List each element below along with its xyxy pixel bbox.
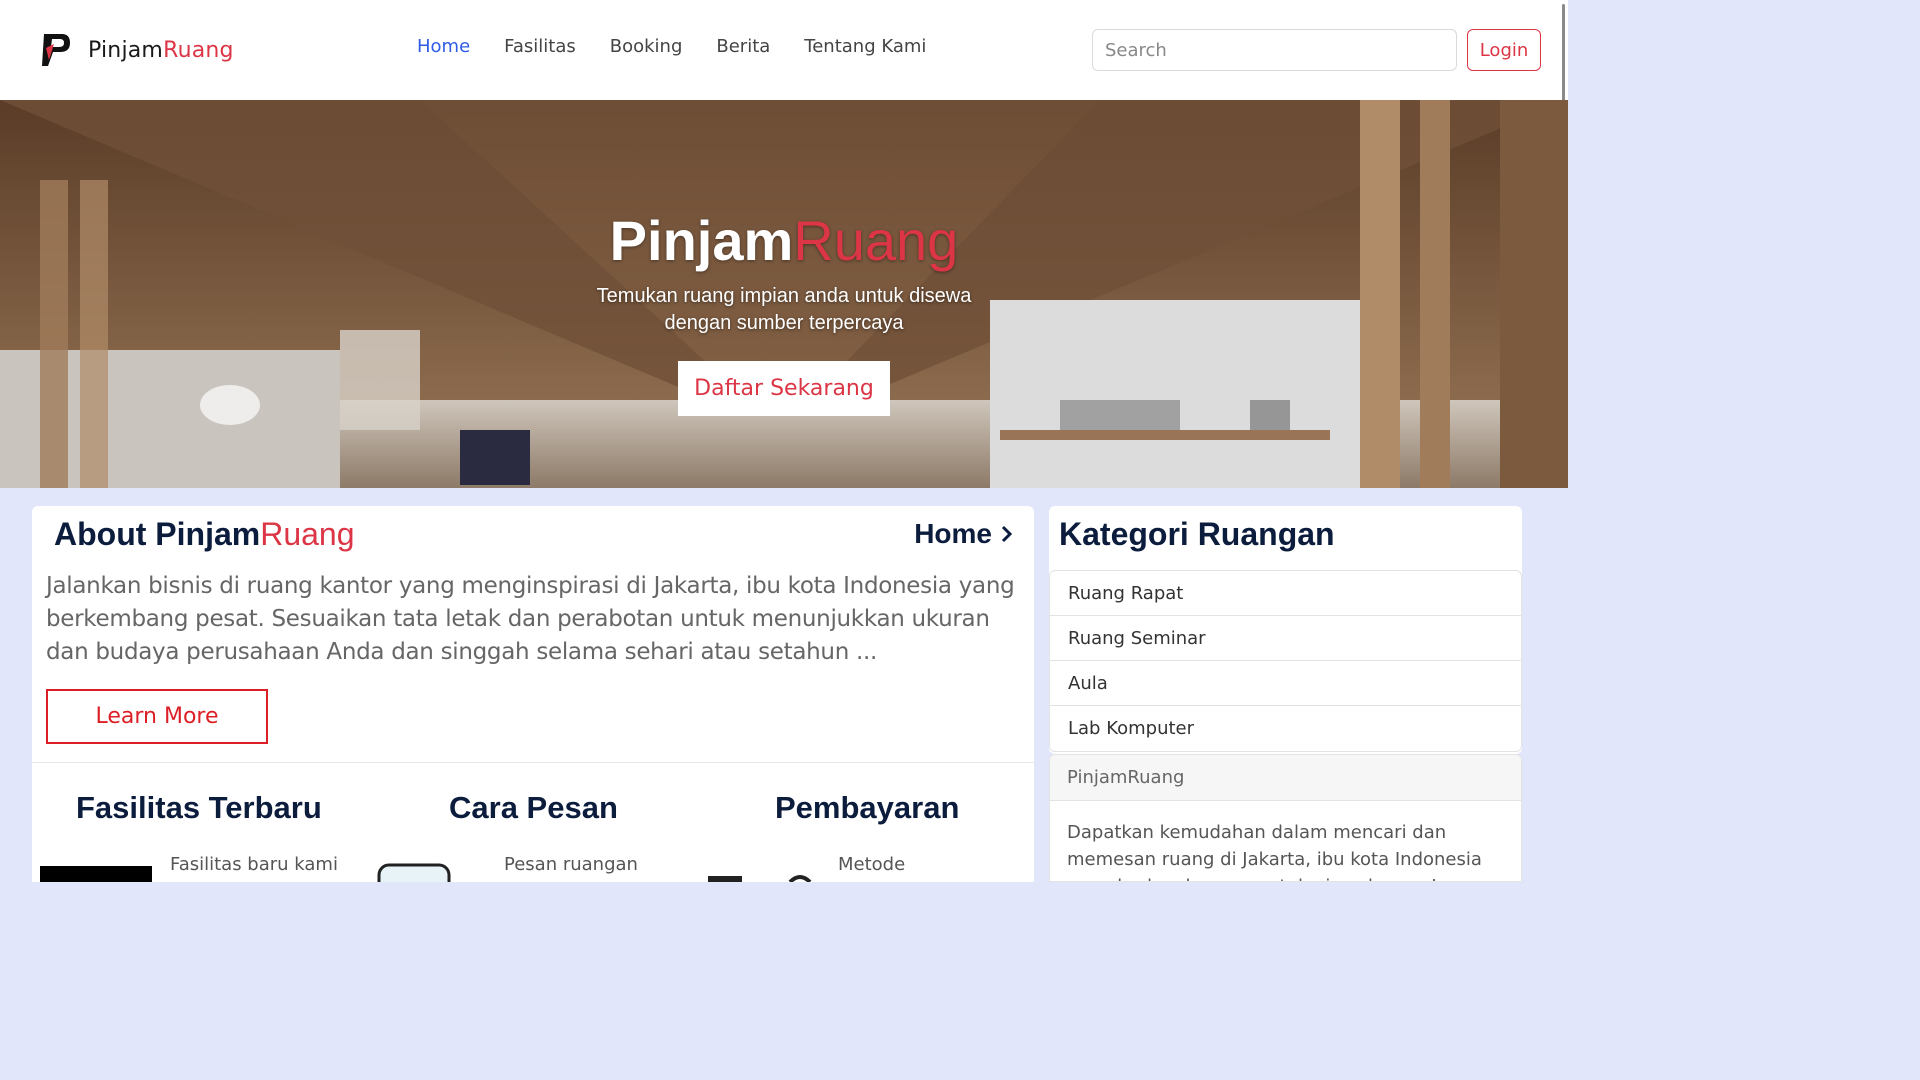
cara-pesan-title: Cara Pesan <box>449 790 618 825</box>
login-button[interactable]: Login <box>1467 29 1541 71</box>
about-card: About PinjamRuang Home Jalankan bisnis d… <box>32 506 1034 882</box>
kategori-item-ruang-rapat[interactable]: Ruang Rapat <box>1050 571 1521 616</box>
payment-icon <box>708 875 812 882</box>
nav-link-tentang-kami[interactable]: Tentang Kami <box>804 36 926 57</box>
kategori-item-lab-komputer[interactable]: Lab Komputer <box>1050 706 1521 751</box>
info-card-header: PinjamRuang <box>1050 755 1521 801</box>
hero-banner: PinjamRuang Temukan ruang impian anda un… <box>0 100 1568 488</box>
about-title: About PinjamRuang <box>54 516 355 553</box>
phone-icon <box>377 863 451 882</box>
chevron-right-icon <box>1001 525 1013 543</box>
about-title-accent: Ruang <box>260 516 355 552</box>
kategori-card: Kategori Ruangan Ruang Rapat Ruang Semin… <box>1049 506 1522 754</box>
brand-name-primary: Pinjam <box>88 37 164 63</box>
nav-link-booking[interactable]: Booking <box>610 36 683 57</box>
kategori-item-ruang-seminar[interactable]: Ruang Seminar <box>1050 616 1521 661</box>
building-icon <box>40 862 152 882</box>
kategori-item-aula[interactable]: Aula <box>1050 661 1521 706</box>
fasilitas-terbaru-text: Fasilitas baru kami <box>170 854 338 875</box>
navbar: PinjamRuang Home Fasilitas Booking Berit… <box>0 0 1568 100</box>
hero-title-accent: Ruang <box>793 209 959 272</box>
section-divider <box>32 762 1034 763</box>
register-now-button[interactable]: Daftar Sekarang <box>678 361 890 416</box>
fasilitas-terbaru-title: Fasilitas Terbaru <box>76 790 322 825</box>
about-description: Jalankan bisnis di ruang kantor yang men… <box>46 573 1015 665</box>
breadcrumb-home-label: Home <box>914 518 992 549</box>
kategori-list: Ruang Rapat Ruang Seminar Aula Lab Kompu… <box>1049 570 1522 752</box>
info-card-body: Dapatkan kemudahan dalam mencari dan mem… <box>1067 822 1482 881</box>
breadcrumb-home-link[interactable]: Home <box>914 518 1014 550</box>
brand-name-accent: Ruang <box>163 37 234 63</box>
pembayaran-text: Metode <box>838 854 906 875</box>
hero-title-primary: Pinjam <box>609 209 794 272</box>
brand[interactable]: PinjamRuang <box>40 30 234 70</box>
pembayaran-title: Pembayaran <box>775 790 960 825</box>
nav-link-home[interactable]: Home <box>417 36 470 57</box>
nav-link-fasilitas[interactable]: Fasilitas <box>504 36 576 57</box>
main-nav: Home Fasilitas Booking Berita Tentang Ka… <box>400 36 943 57</box>
info-card: PinjamRuang Dapatkan kemudahan dalam men… <box>1049 754 1522 882</box>
hero-title: PinjamRuang <box>0 208 1568 273</box>
brand-name: PinjamRuang <box>88 38 234 63</box>
search-input[interactable] <box>1092 29 1457 71</box>
nav-link-berita[interactable]: Berita <box>716 36 770 57</box>
cara-pesan-text: Pesan ruangan <box>504 854 638 875</box>
about-title-primary: About Pinjam <box>54 516 261 552</box>
brand-logo-icon <box>42 34 70 66</box>
kategori-title: Kategori Ruangan <box>1059 516 1335 552</box>
learn-more-button[interactable]: Learn More <box>46 689 268 744</box>
hero-subtitle: Temukan ruang impian anda untuk disewa d… <box>596 285 972 334</box>
